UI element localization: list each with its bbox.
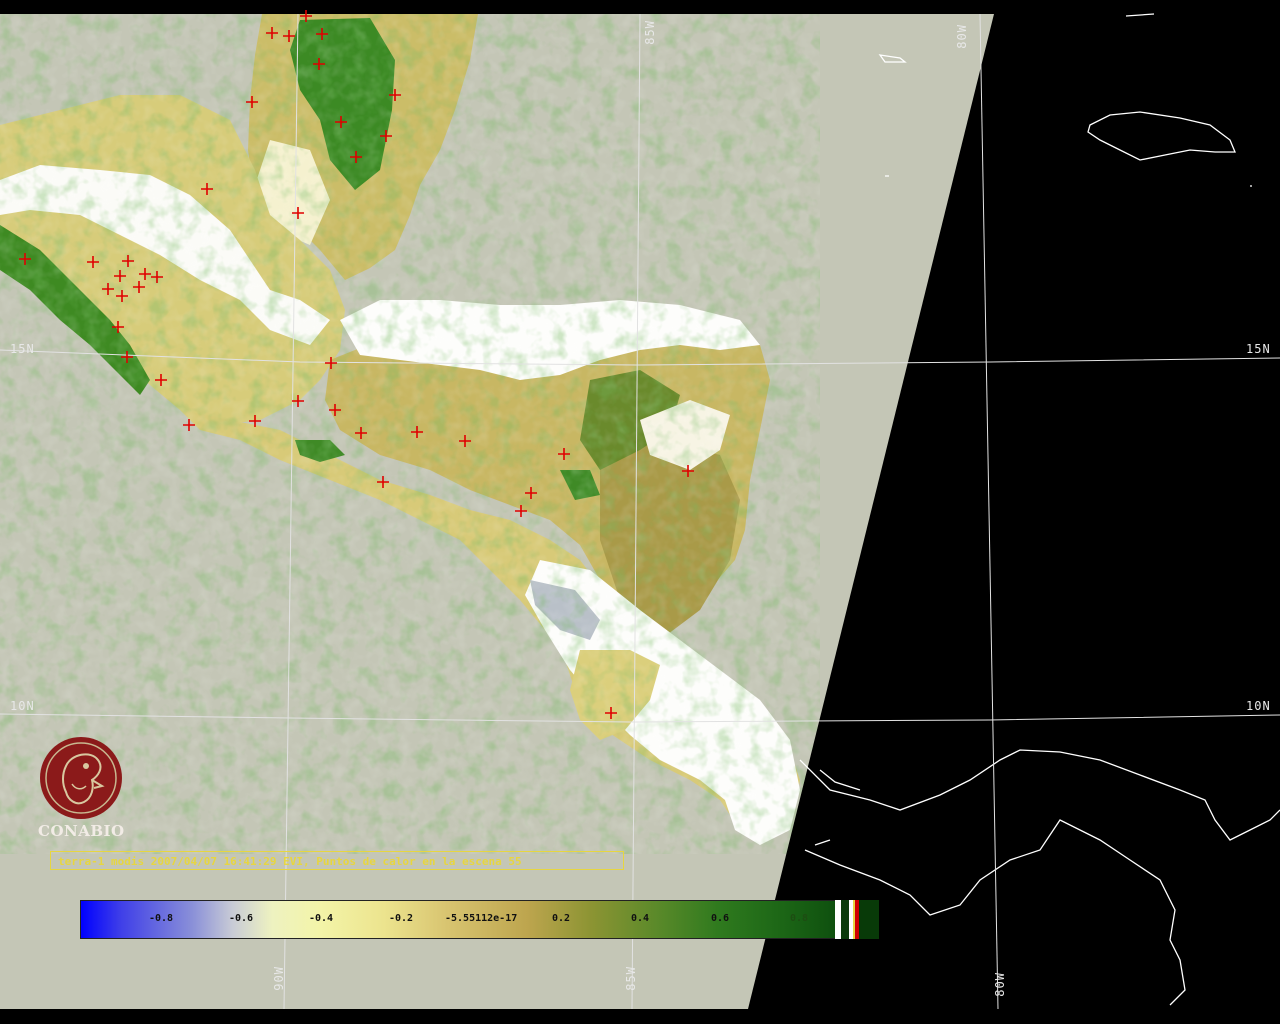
satellite-map <box>0 0 1280 1024</box>
colorbar-tick-label: -0.6 <box>229 913 254 924</box>
lat-10n-right-label: 10N <box>1246 699 1271 713</box>
colorbar-tick-label: 0.6 <box>711 913 730 924</box>
lon-85w-bottom-label: 85W <box>624 966 638 991</box>
lat-15n-left-label: 15N <box>10 342 35 356</box>
lon-80w-bottom-label: 80W <box>993 972 1007 997</box>
colorbar-tick-label: 0.4 <box>631 913 650 924</box>
colorbar-dark-end <box>859 900 879 939</box>
lat-10n-left-label: 10N <box>10 699 35 713</box>
lon-85w-top-label: 85W <box>643 20 657 45</box>
colorbar-tick-label: 0.2 <box>552 913 571 924</box>
lon-80w-top-label: 80W <box>955 24 969 49</box>
scene-caption: terra-1 modis 2007/04/07 16:41:29 EVI, P… <box>50 851 624 870</box>
cloud-speckle <box>0 14 820 854</box>
conabio-logo-text: CONABIO <box>38 822 125 840</box>
colorbar-dark-gap <box>841 900 849 939</box>
colorbar-tick-label: 0.8 <box>790 913 809 924</box>
colorbar-tick-label: -0.2 <box>389 913 414 924</box>
lat-15n-right-label: 15N <box>1246 342 1271 356</box>
colorbar-end-markers <box>835 900 879 939</box>
colorbar-tick-label: -0.8 <box>149 913 174 924</box>
lon-90w-bottom-label: 90W <box>272 966 286 991</box>
colorbar-tick-label: -5.55112e-17 <box>445 913 518 924</box>
colorbar-tick-label: -0.4 <box>309 913 334 924</box>
